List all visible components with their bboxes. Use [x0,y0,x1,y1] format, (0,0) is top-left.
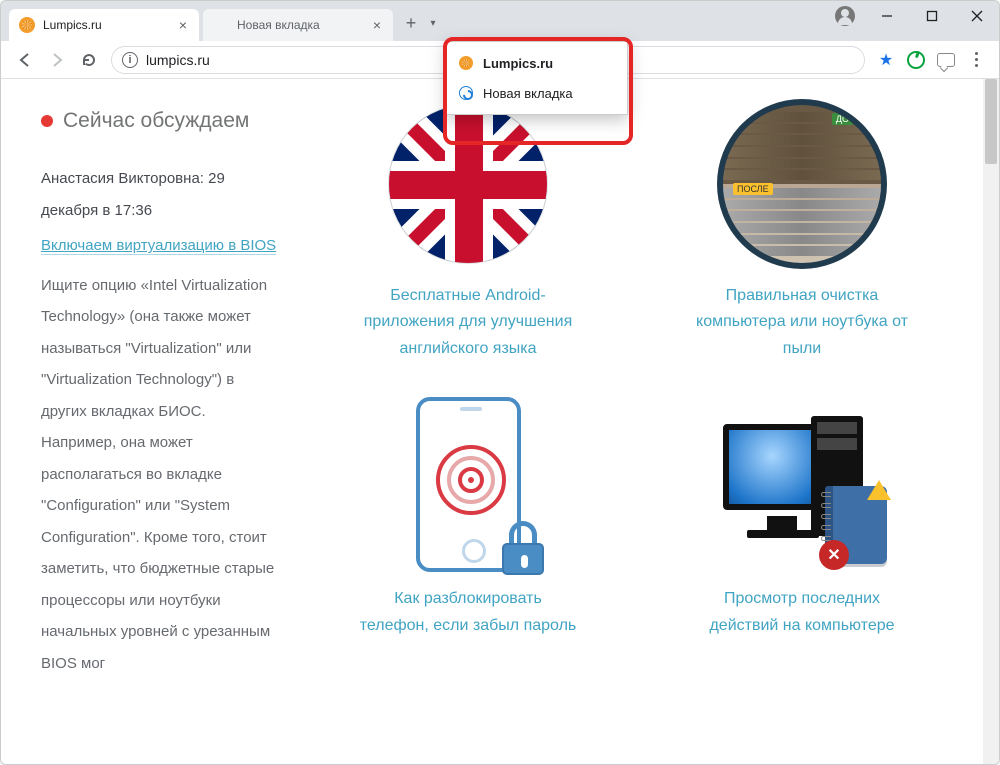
window-maximize-button[interactable] [909,1,954,31]
article-card-recent-activity[interactable]: ✕ Просмотр последних действий на компьют… [655,402,949,639]
article-caption: Как разблокировать телефон, если забыл п… [358,586,578,639]
extension-button[interactable] [901,45,931,75]
sidebar-discussion: Сейчас обсуждаем Анастасия Викторовна: 2… [1,79,301,764]
lumpics-favicon-icon [19,17,35,33]
tab-strip: Lumpics.ru × Новая вкладка × + ▾ [1,1,830,41]
blank-favicon-icon [213,17,229,33]
tabs-dropdown[interactable]: Lumpics.ru Новая вкладка [446,41,628,115]
page-content: Сейчас обсуждаем Анастасия Викторовна: 2… [1,79,999,764]
article-card-unlock-phone[interactable]: Как разблокировать телефон, если забыл п… [321,402,615,639]
address-text: lumpics.ru [146,52,210,68]
kebab-menu-icon [966,52,986,67]
comment-article-link[interactable]: Включаем виртуализацию в BIOS [41,237,276,255]
avatar-icon [835,6,855,26]
vertical-scrollbar[interactable] [983,79,999,764]
new-tab-button[interactable]: + [397,9,425,37]
live-dot-icon [41,115,53,127]
lumpics-favicon-icon [459,56,473,70]
tabs-dropdown-item[interactable]: Новая вкладка [447,78,627,108]
reload-button[interactable] [73,44,105,76]
pc-log-icon: ✕ [717,402,887,572]
window-close-button[interactable] [954,1,999,31]
reload-icon [80,51,98,69]
heatsink-compare-icon: ДО ПОСЛЕ [717,99,887,269]
tabs-dropdown-item[interactable]: Lumpics.ru [447,48,627,78]
article-thumb: ДО ПОСЛЕ [717,99,887,269]
article-card-dust-cleaning[interactable]: ДО ПОСЛЕ Правильная очистка компьютера и… [655,99,949,362]
tabs-dropdown-label: Lumpics.ru [483,56,553,71]
comment-body: Ищите опцию «Intel Virtualization Techno… [41,270,281,680]
profile-avatar-button[interactable] [830,1,860,31]
browser-window: Lumpics.ru × Новая вкладка × + ▾ [0,0,1000,765]
after-badge: ПОСЛЕ [733,183,773,195]
window-minimize-button[interactable] [864,1,909,31]
article-thumb [383,402,553,572]
site-info-icon[interactable]: i [122,52,138,68]
scrollbar-thumb[interactable] [985,79,997,164]
sidebar-heading-text: Сейчас обсуждаем [63,99,249,143]
article-thumb [383,99,553,269]
arrow-right-icon [48,51,66,69]
tab-newtab[interactable]: Новая вкладка × [203,9,393,41]
titlebar: Lumpics.ru × Новая вкладка × + ▾ [1,1,999,41]
back-button[interactable] [9,44,41,76]
bookmark-button[interactable]: ★ [871,45,901,75]
close-tab-icon[interactable]: × [371,18,383,32]
window-controls [830,1,999,41]
star-icon: ★ [879,50,893,70]
tabs-dropdown-label: Новая вкладка [483,86,573,101]
uk-flag-icon [388,104,548,264]
menu-button[interactable] [961,45,991,75]
phone-lock-icon [398,397,538,577]
close-tab-icon[interactable]: × [177,18,189,32]
warning-icon [867,480,891,500]
article-caption: Бесплатные Android-приложения для улучше… [358,283,578,362]
chat-icon [937,53,955,67]
browser-favicon-icon [459,86,473,100]
article-caption: Правильная очистка компьютера или ноутбу… [692,283,912,362]
article-card-english-apps[interactable]: Бесплатные Android-приложения для улучше… [321,99,615,362]
article-caption: Просмотр последних действий на компьютер… [692,586,912,639]
tab-title: Новая вкладка [237,18,371,32]
sidebar-heading: Сейчас обсуждаем [41,99,281,143]
articles-grid: Бесплатные Android-приложения для улучше… [301,79,999,764]
tabs-overflow-button[interactable]: ▾ [425,9,441,37]
feedback-button[interactable] [931,45,961,75]
article-thumb: ✕ [717,402,887,572]
error-icon: ✕ [819,540,849,570]
before-badge: ДО [832,113,853,125]
extension-icon [907,51,925,69]
tab-lumpics[interactable]: Lumpics.ru × [9,9,199,41]
arrow-left-icon [16,51,34,69]
tab-title: Lumpics.ru [43,18,177,32]
forward-button[interactable] [41,44,73,76]
comment-author-time: Анастасия Викторовна: 29 декабря в 17:36 [41,163,281,226]
